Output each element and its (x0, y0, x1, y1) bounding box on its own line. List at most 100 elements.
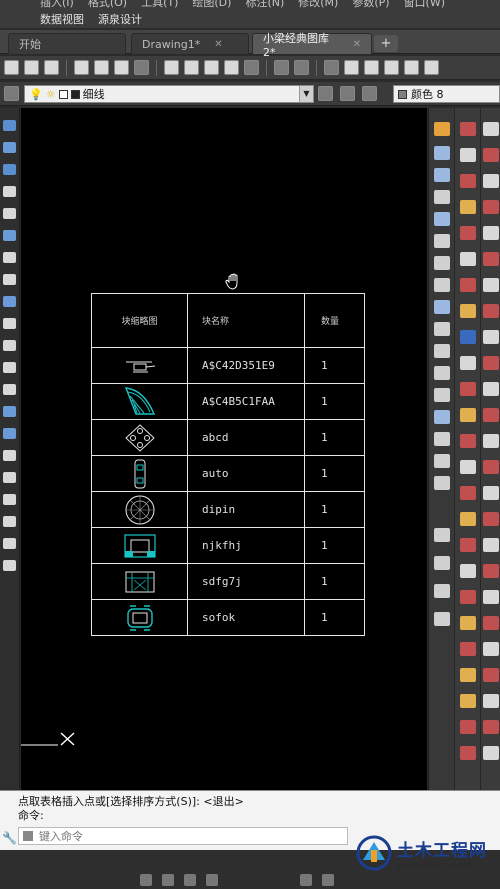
command-history-icon[interactable] (23, 831, 33, 841)
print-icon[interactable] (74, 60, 89, 75)
annotation-scale-icon[interactable] (300, 874, 312, 886)
zoom-realtime-icon[interactable] (344, 60, 359, 75)
copy-object-icon[interactable] (434, 146, 450, 160)
plugin-tool-icon[interactable] (460, 486, 476, 500)
plugin-tool-icon[interactable] (460, 278, 476, 292)
plugin-tool-icon[interactable] (460, 590, 476, 604)
plugin-tool-icon[interactable] (483, 356, 499, 370)
polyline-icon[interactable] (3, 164, 16, 175)
tab-start[interactable]: 开始 (8, 33, 126, 54)
break-at-point-icon[interactable] (434, 366, 450, 380)
chamfer-icon[interactable] (434, 432, 450, 446)
snap-icon[interactable] (140, 874, 152, 886)
block-count-table[interactable]: 块缩略图 块名称 数量 A$C42D351E9 1 A$C4B5C1FAA 1 (91, 293, 365, 636)
plugin-tool-icon[interactable] (483, 538, 499, 552)
hatch-icon[interactable] (3, 406, 16, 417)
print-preview-icon[interactable] (94, 60, 109, 75)
explode-icon[interactable] (434, 476, 450, 490)
table-row[interactable]: njkfhj 1 (91, 527, 365, 564)
plugin-tool-icon[interactable] (460, 720, 476, 734)
plugin-tool-icon[interactable] (483, 746, 499, 760)
plugin-tool-icon[interactable] (483, 616, 499, 630)
polar-icon[interactable] (206, 874, 218, 886)
layer-dropdown[interactable]: 💡 ☼ 细线 ▼ (24, 85, 314, 103)
plugin-tool-icon[interactable] (483, 330, 499, 344)
plugin-tool-icon[interactable] (460, 746, 476, 760)
table-row[interactable]: A$C42D351E9 1 (91, 347, 365, 384)
plugin-tool-icon[interactable] (483, 122, 499, 136)
spline-icon[interactable] (3, 296, 16, 307)
plugin-tool-icon[interactable] (460, 382, 476, 396)
wipeout-icon[interactable] (3, 494, 16, 505)
table-row[interactable]: abcd 1 (91, 419, 365, 456)
plugin-tool-icon[interactable] (460, 330, 476, 344)
redo-icon[interactable] (294, 60, 309, 75)
plugin-tool-icon[interactable] (483, 642, 499, 656)
bring-above-icon[interactable] (434, 612, 450, 626)
boundary-icon[interactable] (3, 516, 16, 527)
ellipse-icon[interactable] (3, 318, 16, 329)
pan-icon[interactable] (324, 60, 339, 75)
bring-front-icon[interactable] (434, 556, 450, 570)
plugin-tool-icon[interactable] (460, 226, 476, 240)
plugin-tool-icon[interactable] (483, 460, 499, 474)
join-icon[interactable] (434, 410, 450, 424)
layer-state-icon[interactable] (362, 86, 377, 101)
match-properties-icon[interactable] (224, 60, 239, 75)
new-file-icon[interactable] (4, 60, 19, 75)
draw-order-icon[interactable] (434, 528, 450, 542)
plugin-tool-icon[interactable] (460, 512, 476, 526)
publish-icon[interactable] (114, 60, 129, 75)
plugin-tool-icon[interactable] (483, 694, 499, 708)
table-row[interactable]: dipin 1 (91, 491, 365, 528)
plugin-tool-icon[interactable] (483, 512, 499, 526)
plugin-tool-icon[interactable] (460, 694, 476, 708)
plugin-tool-icon[interactable] (483, 382, 499, 396)
plugin-tool-icon[interactable] (483, 174, 499, 188)
plugin-tool-icon[interactable] (460, 434, 476, 448)
menu-item[interactable]: 参数(P) (352, 0, 389, 10)
plugin-tool-icon[interactable] (460, 122, 476, 136)
cut-icon[interactable] (164, 60, 179, 75)
plugin-tool-icon[interactable] (483, 590, 499, 604)
ortho-icon[interactable] (184, 874, 196, 886)
tab-drawing1[interactable]: Drawing1* ✕ (131, 33, 249, 54)
table-row[interactable]: auto 1 (91, 455, 365, 492)
menu-item[interactable]: 工具(T) (141, 0, 178, 10)
menu-item[interactable]: 标注(N) (245, 0, 284, 10)
plugin-tool-icon[interactable] (483, 564, 499, 578)
multiline-text-icon[interactable] (3, 538, 16, 549)
plugin-tool-icon[interactable] (460, 642, 476, 656)
grid-icon[interactable] (162, 874, 174, 886)
plugin-tool-icon[interactable] (483, 720, 499, 734)
make-current-layer-icon[interactable] (318, 86, 333, 101)
layer-manager-icon[interactable] (4, 86, 19, 101)
design-center-icon[interactable] (424, 60, 439, 75)
zoom-previous-icon[interactable] (384, 60, 399, 75)
break-icon[interactable] (434, 388, 450, 402)
make-block-icon[interactable] (3, 362, 16, 373)
plugin-tool-icon[interactable] (483, 278, 499, 292)
plugin-tool-icon[interactable] (483, 148, 499, 162)
plugin-tool-icon[interactable] (460, 460, 476, 474)
plugin-tool-icon[interactable] (460, 252, 476, 266)
fillet-icon[interactable] (434, 454, 450, 468)
construction-line-icon[interactable] (3, 142, 16, 153)
polygon-icon[interactable] (3, 186, 16, 197)
arc-icon[interactable] (3, 230, 16, 241)
close-icon[interactable]: ✕ (353, 39, 361, 50)
save-icon[interactable] (44, 60, 59, 75)
send-back-icon[interactable] (434, 584, 450, 598)
menu-item-yuanquan-design[interactable]: 源泉设计 (98, 11, 142, 27)
zoom-window-icon[interactable] (364, 60, 379, 75)
gradient-icon[interactable] (3, 428, 16, 439)
plugin-tool-icon[interactable] (460, 408, 476, 422)
plugin-tool-icon[interactable] (483, 304, 499, 318)
plugin-tool-icon[interactable] (483, 434, 499, 448)
chevron-down-icon[interactable]: ▼ (299, 86, 313, 102)
copy-icon[interactable] (184, 60, 199, 75)
table-row[interactable]: sofok 1 (91, 599, 365, 636)
plugin-tool-icon[interactable] (460, 304, 476, 318)
move-icon[interactable] (434, 234, 450, 248)
table-row[interactable]: A$C4B5C1FAA 1 (91, 383, 365, 420)
